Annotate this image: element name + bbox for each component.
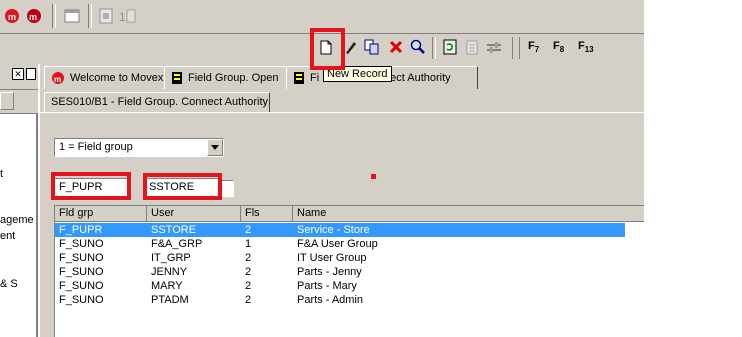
f7-key-label: F xyxy=(528,40,535,52)
grid-body: F_PUPR SSTORE 2 Service - Store F_SUNO F&A_GR… xyxy=(55,223,644,337)
table-row[interactable]: F_SUNO PTADM 2 Parts - Admin xyxy=(55,293,625,307)
svg-text:m: m xyxy=(54,75,61,84)
f7-key-button[interactable]: F7 xyxy=(528,40,539,54)
fls-input[interactable] xyxy=(220,180,234,197)
column-header-fls[interactable]: Fls xyxy=(241,206,293,222)
tab-panel-b1[interactable]: SES010/B1 - Field Group. Connect Authori… xyxy=(44,92,270,112)
tab-label-end: nect Authority xyxy=(384,72,451,84)
tab-field-group-open[interactable]: Field Group. Open xyxy=(164,66,298,89)
table-cell-fld-grp: F_PUPR xyxy=(59,224,103,236)
table-cell-fld-grp: F_SUNO xyxy=(59,252,104,264)
table-row[interactable]: F_SUNO F&A_GRP 1 F&A User Group xyxy=(55,237,625,251)
table-row[interactable]: F_SUNO JENNY 2 Parts - Jenny xyxy=(55,265,625,279)
table-cell-fld-grp: F_SUNO xyxy=(59,280,104,292)
red-marker xyxy=(371,174,376,179)
highlight-user-input xyxy=(143,173,222,200)
tree-text-fragment[interactable]: ageme xyxy=(0,214,34,226)
chevron-down-icon[interactable] xyxy=(207,139,223,156)
tab-label: Fi xyxy=(310,72,320,84)
column-label: Name xyxy=(297,207,327,219)
f8-key-label: F xyxy=(553,40,560,52)
svg-text:m: m xyxy=(8,12,16,22)
tree-text-fragment[interactable]: ent xyxy=(0,230,15,242)
program-icon xyxy=(294,72,304,84)
table-cell-user: F&A_GRP xyxy=(151,238,203,250)
sort-select-value: 1 = Field group xyxy=(59,141,133,153)
table-cell-user: JENNY xyxy=(151,266,188,278)
column-header-name[interactable]: Name xyxy=(293,206,644,222)
column-label: User xyxy=(151,207,175,219)
document-list-icon[interactable] xyxy=(462,37,482,57)
left-pane-tree: t ageme ent & S xyxy=(0,114,38,337)
table-cell-name: F&A User Group xyxy=(297,238,378,250)
tab-welcome[interactable]: m Welcome to Movex xyxy=(44,66,176,89)
window-icon[interactable] xyxy=(62,6,82,26)
movex-m-red-icon[interactable]: m xyxy=(24,6,44,26)
table-row[interactable]: F_SUNO MARY 2 Parts - Mary xyxy=(55,279,625,293)
document-1-icon[interactable]: 1 xyxy=(118,6,138,26)
panel-title: SES010/B1 - Field Group. Connect Authori… xyxy=(51,96,269,108)
f7-key-sub: 7 xyxy=(534,45,540,55)
table-cell-user: PTADM xyxy=(151,294,189,306)
toolbar-separator xyxy=(52,4,56,28)
f13-key-sub: 13 xyxy=(584,45,594,55)
column-header-user[interactable]: User xyxy=(147,206,241,222)
table-row[interactable]: F_PUPR SSTORE 2 Service - Store xyxy=(55,223,625,237)
pin-icon[interactable] xyxy=(26,68,36,80)
delete-icon[interactable] xyxy=(386,37,406,57)
table-cell-name: Parts - Mary xyxy=(297,280,357,292)
table-cell-name: Service - Store xyxy=(297,224,370,236)
f13-key-button[interactable]: F13 xyxy=(578,40,594,54)
tab-label: Field Group. Open xyxy=(188,72,279,84)
close-icon[interactable]: ✕ xyxy=(12,68,24,80)
highlight-new-record xyxy=(310,28,345,70)
column-label: Fls xyxy=(245,207,260,219)
column-label: Fld grp xyxy=(59,207,94,219)
f8-key-button[interactable]: F8 xyxy=(553,40,564,54)
highlight-field-group-input xyxy=(51,172,131,200)
refresh-icon[interactable] xyxy=(440,37,460,57)
toolbar-separator xyxy=(432,37,436,59)
table-cell-fls: 2 xyxy=(245,280,252,292)
tree-text-fragment[interactable]: & S xyxy=(0,278,18,290)
left-pane-button[interactable] xyxy=(0,92,14,110)
document-icon[interactable] xyxy=(96,6,116,26)
svg-text:1: 1 xyxy=(119,10,126,24)
search-icon[interactable] xyxy=(408,37,428,57)
movex-logo-icon: m xyxy=(52,72,64,84)
toolbar-separator xyxy=(88,4,92,28)
table-cell-fls: 2 xyxy=(245,224,252,236)
table-cell-fld-grp: F_SUNO xyxy=(59,294,104,306)
table-cell-fls: 2 xyxy=(245,266,252,278)
table-cell-fld-grp: F_SUNO xyxy=(59,266,104,278)
f8-key-sub: 8 xyxy=(559,45,565,55)
left-pane-toolbar xyxy=(0,90,38,114)
table-cell-name: Parts - Admin xyxy=(297,294,364,306)
table-cell-name: IT User Group xyxy=(297,252,367,264)
column-header-fld-grp[interactable]: Fld grp xyxy=(55,206,147,222)
sort-select[interactable]: 1 = Field group xyxy=(54,138,224,157)
table-cell-fld-grp: F_SUNO xyxy=(59,238,104,250)
settings-slider-icon[interactable] xyxy=(484,37,504,57)
movex-m-icon[interactable]: m xyxy=(2,6,22,26)
records-grid[interactable]: Fld grp User Fls Name F_PUPR SSTORE 2 Servi… xyxy=(54,205,644,337)
tree-text-fragment[interactable]: t xyxy=(0,168,3,180)
table-cell-user: MARY xyxy=(151,280,183,292)
table-cell-fls: 2 xyxy=(245,294,252,306)
table-cell-name: Parts - Jenny xyxy=(297,266,362,278)
toolbar-separator xyxy=(512,37,520,59)
table-cell-user: SSTORE xyxy=(151,224,197,236)
copy-icon[interactable] xyxy=(362,37,382,57)
table-row[interactable]: F_SUNO IT_GRP 2 IT User Group xyxy=(55,251,625,265)
panel-divider xyxy=(40,112,644,113)
table-cell-fls: 2 xyxy=(245,252,252,264)
svg-text:m: m xyxy=(29,12,37,22)
tab-label: Welcome to Movex xyxy=(70,72,164,84)
table-cell-fls: 1 xyxy=(245,238,252,250)
left-pane-header: ✕ xyxy=(0,64,38,90)
program-icon xyxy=(172,72,182,84)
table-cell-user: IT_GRP xyxy=(151,252,191,264)
f13-key-label: F xyxy=(578,40,585,52)
